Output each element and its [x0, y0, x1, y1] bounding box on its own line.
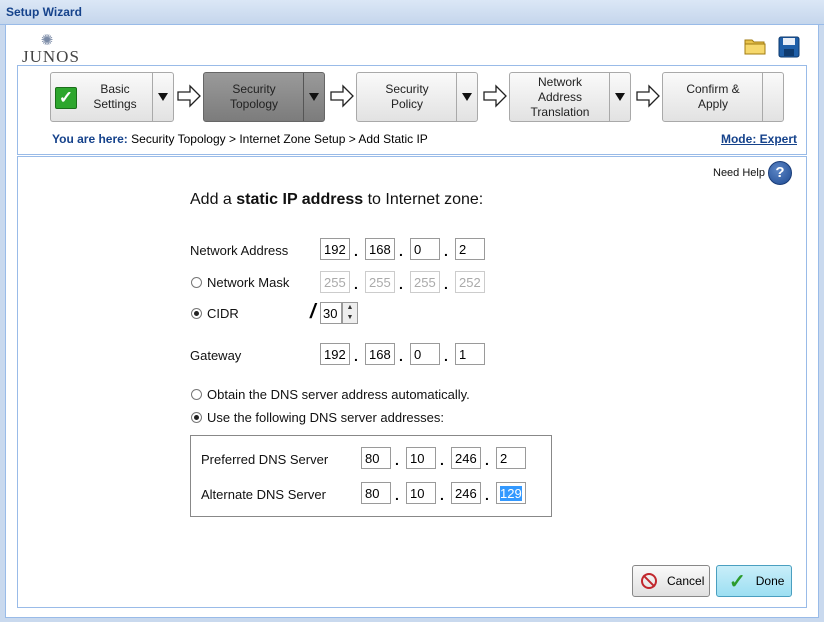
step-basic-settings[interactable]: ✓ Basic Settings	[50, 72, 174, 122]
title-bar: Setup Wizard	[0, 0, 824, 25]
breadcrumb: You are here: Security Topology > Intern…	[52, 132, 428, 146]
dns-manual-radio[interactable]	[191, 412, 202, 423]
gateway-octet-2[interactable]: 168	[365, 343, 395, 365]
gateway-label: Gateway	[190, 348, 242, 363]
octet-dot: .	[354, 348, 358, 364]
mode-link[interactable]: Mode: Expert	[721, 132, 797, 146]
arrow-right-icon	[177, 84, 201, 108]
window-title: Setup Wizard	[6, 5, 82, 19]
gateway-octet-4[interactable]: 1	[455, 343, 485, 365]
cidr-slash: /	[310, 301, 316, 323]
chevron-down-icon[interactable]	[609, 73, 630, 121]
gateway-octet-1[interactable]: 192	[320, 343, 350, 365]
dns-manual-label: Use the following DNS server addresses:	[207, 410, 444, 425]
wizard-steps-panel: ✓ Basic Settings Security Topology Secur…	[17, 65, 807, 155]
alternate-dns-octet-1[interactable]: 80	[361, 482, 391, 504]
octet-dot: .	[440, 487, 444, 503]
help-question-icon[interactable]: ?	[768, 161, 792, 185]
octet-dot: .	[399, 276, 403, 292]
network-mask-label: Network Mask	[207, 275, 290, 290]
cidr-input[interactable]: 30	[320, 302, 342, 324]
breadcrumb-label: You are here:	[52, 132, 128, 146]
check-icon: ✓	[55, 87, 77, 109]
cidr-radio[interactable]	[191, 308, 202, 319]
network-address-label: Network Address	[190, 243, 289, 258]
done-button[interactable]: ✓ Done	[716, 565, 792, 597]
preferred-dns-octet-4[interactable]: 2	[496, 447, 526, 469]
checkmark-icon: ✓	[729, 570, 746, 593]
alternate-dns-octet-4[interactable]: 129	[496, 482, 526, 504]
dns-auto-label: Obtain the DNS server address automatica…	[207, 387, 470, 402]
cidr-label: CIDR	[207, 306, 239, 321]
cancel-label: Cancel	[667, 574, 705, 588]
octet-dot: .	[444, 348, 448, 364]
alternate-dns-octet-2[interactable]: 10	[406, 482, 436, 504]
network-mask-octet-4[interactable]: 252	[455, 271, 485, 293]
network-mask-radio[interactable]	[191, 277, 202, 288]
arrow-right-icon	[636, 84, 660, 108]
cidr-spinner[interactable]: ▲ ▼	[342, 302, 358, 324]
network-address-octet-2[interactable]: 168	[365, 238, 395, 260]
breadcrumb-path: Security Topology > Internet Zone Setup …	[131, 132, 428, 146]
step-label: Security Policy	[385, 82, 429, 111]
octet-dot: .	[399, 348, 403, 364]
wizard-window: ✺ JUNOS ✓ Basic Settings Security Topolo…	[5, 24, 819, 618]
done-label: Done	[755, 574, 785, 588]
preferred-dns-octet-3[interactable]: 246	[451, 447, 481, 469]
network-mask-octet-2[interactable]: 255	[365, 271, 395, 293]
network-address-octet-3[interactable]: 0	[410, 238, 440, 260]
octet-dot: .	[440, 452, 444, 468]
preferred-dns-octet-2[interactable]: 10	[406, 447, 436, 469]
arrow-right-icon	[483, 84, 507, 108]
main-panel: Need Help ? Add a static IP address to I…	[17, 156, 807, 608]
step-network-address-translation[interactable]: Network Address Translation	[509, 72, 631, 122]
step-label: Security Topology	[229, 82, 279, 111]
octet-dot: .	[395, 487, 399, 503]
need-help-label[interactable]: Need Help	[713, 167, 765, 179]
junos-logo: ✺ JUNOS	[22, 32, 80, 67]
network-address-octet-4[interactable]: 2	[455, 238, 485, 260]
cancel-icon	[641, 573, 657, 589]
save-icon[interactable]	[778, 36, 800, 58]
preferred-dns-label: Preferred DNS Server	[201, 452, 329, 467]
gateway-octet-3[interactable]: 0	[410, 343, 440, 365]
network-address-octet-1[interactable]: 192	[320, 238, 350, 260]
alternate-dns-label: Alternate DNS Server	[201, 487, 326, 502]
cancel-button[interactable]: Cancel	[632, 565, 710, 597]
network-mask-octet-3[interactable]: 255	[410, 271, 440, 293]
arrow-right-icon	[330, 84, 354, 108]
step-label: Confirm & Apply	[686, 82, 740, 111]
step-security-policy[interactable]: Security Policy	[356, 72, 478, 122]
step-label: Network Address Translation	[530, 74, 590, 119]
preferred-dns-octet-1[interactable]: 80	[361, 447, 391, 469]
chevron-down-icon[interactable]	[303, 73, 324, 121]
chevron-down-icon[interactable]	[152, 73, 173, 121]
step-security-topology[interactable]: Security Topology	[203, 72, 325, 122]
octet-dot: .	[444, 243, 448, 259]
octet-dot: .	[399, 243, 403, 259]
network-mask-octet-1[interactable]: 255	[320, 271, 350, 293]
alternate-dns-octet-3[interactable]: 246	[451, 482, 481, 504]
octet-dot: .	[354, 276, 358, 292]
dns-auto-radio[interactable]	[191, 389, 202, 400]
octet-dot: .	[444, 276, 448, 292]
octet-dot: .	[485, 452, 489, 468]
chevron-down-icon[interactable]	[456, 73, 477, 121]
step-label: Basic Settings	[93, 82, 137, 111]
form-heading: Add a static IP address to Internet zone…	[190, 191, 484, 208]
step-dropdown-area	[762, 73, 783, 121]
octet-dot: .	[354, 243, 358, 259]
dns-servers-group: Preferred DNS Server 80 . 10 . 246 . 2 A…	[190, 435, 552, 517]
octet-dot: .	[395, 452, 399, 468]
open-folder-icon[interactable]	[744, 37, 766, 55]
octet-dot: .	[485, 487, 489, 503]
step-confirm-apply[interactable]: Confirm & Apply	[662, 72, 784, 122]
